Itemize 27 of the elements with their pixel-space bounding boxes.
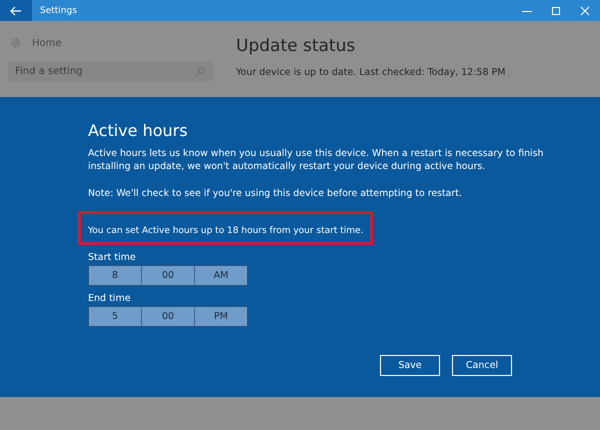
period-value[interactable]: PM xyxy=(194,307,247,326)
page-heading: Update status xyxy=(236,36,356,56)
period-value[interactable]: AM xyxy=(194,266,247,285)
hint-text: You can set Active hours up to 18 hours from your start time. xyxy=(88,226,364,236)
note-text: Note: We'll check to see if you're using this device before attempting to restart. xyxy=(88,187,463,200)
time-label: End time xyxy=(88,293,132,304)
minute-value[interactable]: 00 xyxy=(141,307,194,326)
hour-value[interactable]: 8 xyxy=(89,266,141,285)
search-icon xyxy=(196,67,205,76)
gear-icon xyxy=(10,37,22,49)
save-button[interactable]: Save xyxy=(380,355,440,376)
back-button[interactable] xyxy=(0,0,32,21)
back-arrow-icon xyxy=(10,6,22,16)
time-label: Start time xyxy=(88,252,137,263)
description-text: Active hours lets us know when you usually use this device. When a restart is necessary to finish installing an update, we won't automatically restart your device during active hours. xyxy=(88,147,544,173)
hour-value[interactable]: 5 xyxy=(89,307,141,326)
minute-value[interactable]: 00 xyxy=(141,266,194,285)
maximize-icon[interactable] xyxy=(551,6,561,16)
time-picker[interactable]: 5 00 PM xyxy=(88,306,248,327)
time-picker[interactable]: 8 00 AM xyxy=(88,265,248,286)
search-field[interactable]: Find a setting xyxy=(8,61,213,81)
window-title: Settings xyxy=(40,6,77,16)
close-icon[interactable] xyxy=(580,6,590,16)
dialog-title: Active hours xyxy=(88,121,189,140)
cancel-button[interactable]: Cancel xyxy=(452,355,512,376)
status-text: Your device is up to date. Last checked: Today, 12:58 PM xyxy=(236,67,506,78)
home-item[interactable]: Home xyxy=(8,37,213,49)
